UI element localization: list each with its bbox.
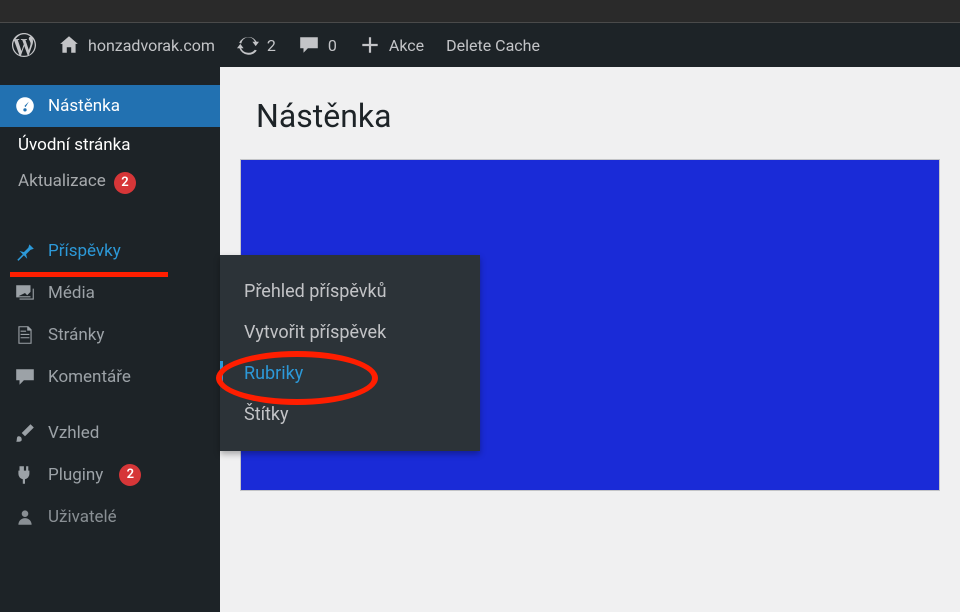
menu-plugins[interactable]: Pluginy 2 (0, 454, 220, 496)
browser-chrome (0, 0, 960, 23)
posts-flyout: Přehled příspěvků Vytvořit příspěvek Rub… (220, 255, 480, 451)
site-link[interactable]: honzadvorak.com (58, 34, 215, 56)
new-content-link[interactable]: Akce (359, 34, 424, 56)
comments-count: 0 (328, 36, 337, 55)
updates-link[interactable]: 2 (237, 34, 276, 56)
flyout-tags[interactable]: Štítky (220, 394, 480, 435)
new-label: Akce (389, 36, 424, 55)
plus-icon (359, 34, 381, 56)
flyout-categories[interactable]: Rubriky (220, 353, 480, 394)
menu-users-label: Uživatelé (48, 507, 117, 527)
menu-users[interactable]: Uživatelé (0, 496, 220, 538)
comments-icon (14, 366, 36, 388)
submenu-updates-label: Aktualizace (18, 171, 106, 191)
menu-dashboard[interactable]: Nástěnka (0, 85, 220, 127)
menu-appearance-label: Vzhled (48, 423, 99, 443)
delete-cache-link[interactable]: Delete Cache (446, 36, 540, 55)
menu-posts[interactable]: Příspěvky (0, 230, 220, 272)
sidebar: Nástěnka Úvodní stránka Aktualizace 2 Př… (0, 67, 220, 612)
comments-link[interactable]: 0 (298, 34, 337, 56)
comment-icon (298, 34, 320, 56)
menu-comments-label: Komentáře (48, 367, 131, 387)
dashboard-icon (14, 95, 36, 117)
menu-media[interactable]: Média (0, 272, 220, 314)
home-icon (58, 34, 80, 56)
updates-count: 2 (267, 36, 276, 55)
menu-posts-label: Příspěvky (48, 241, 121, 261)
flyout-new-post[interactable]: Vytvořit příspěvek (220, 312, 480, 353)
users-icon (14, 506, 36, 528)
dashboard-submenu: Úvodní stránka Aktualizace 2 (0, 127, 220, 216)
refresh-icon (237, 34, 259, 56)
pin-icon (14, 240, 36, 262)
wp-logo[interactable] (12, 33, 36, 57)
page-title: Nástěnka (220, 67, 960, 159)
pages-icon (14, 324, 36, 346)
admin-bar: honzadvorak.com 2 0 Akce Delete Cache (0, 23, 960, 67)
media-icon (14, 282, 36, 304)
wordpress-icon (12, 33, 36, 57)
submenu-updates[interactable]: Aktualizace 2 (14, 163, 220, 202)
site-name: honzadvorak.com (88, 36, 215, 55)
plug-icon (14, 464, 36, 486)
submenu-home[interactable]: Úvodní stránka (14, 127, 220, 163)
menu-comments[interactable]: Komentáře (0, 356, 220, 398)
menu-appearance[interactable]: Vzhled (0, 412, 220, 454)
brush-icon (14, 422, 36, 444)
menu-plugins-label: Pluginy (48, 465, 103, 485)
menu-pages[interactable]: Stránky (0, 314, 220, 356)
menu-media-label: Média (48, 283, 95, 303)
menu-dashboard-label: Nástěnka (48, 96, 120, 116)
plugins-badge: 2 (119, 464, 141, 486)
delete-cache-label: Delete Cache (446, 36, 540, 55)
menu-pages-label: Stránky (48, 325, 104, 345)
flyout-all-posts[interactable]: Přehled příspěvků (220, 271, 480, 312)
updates-badge: 2 (114, 172, 136, 194)
layout: Nástěnka Úvodní stránka Aktualizace 2 Př… (0, 67, 960, 612)
